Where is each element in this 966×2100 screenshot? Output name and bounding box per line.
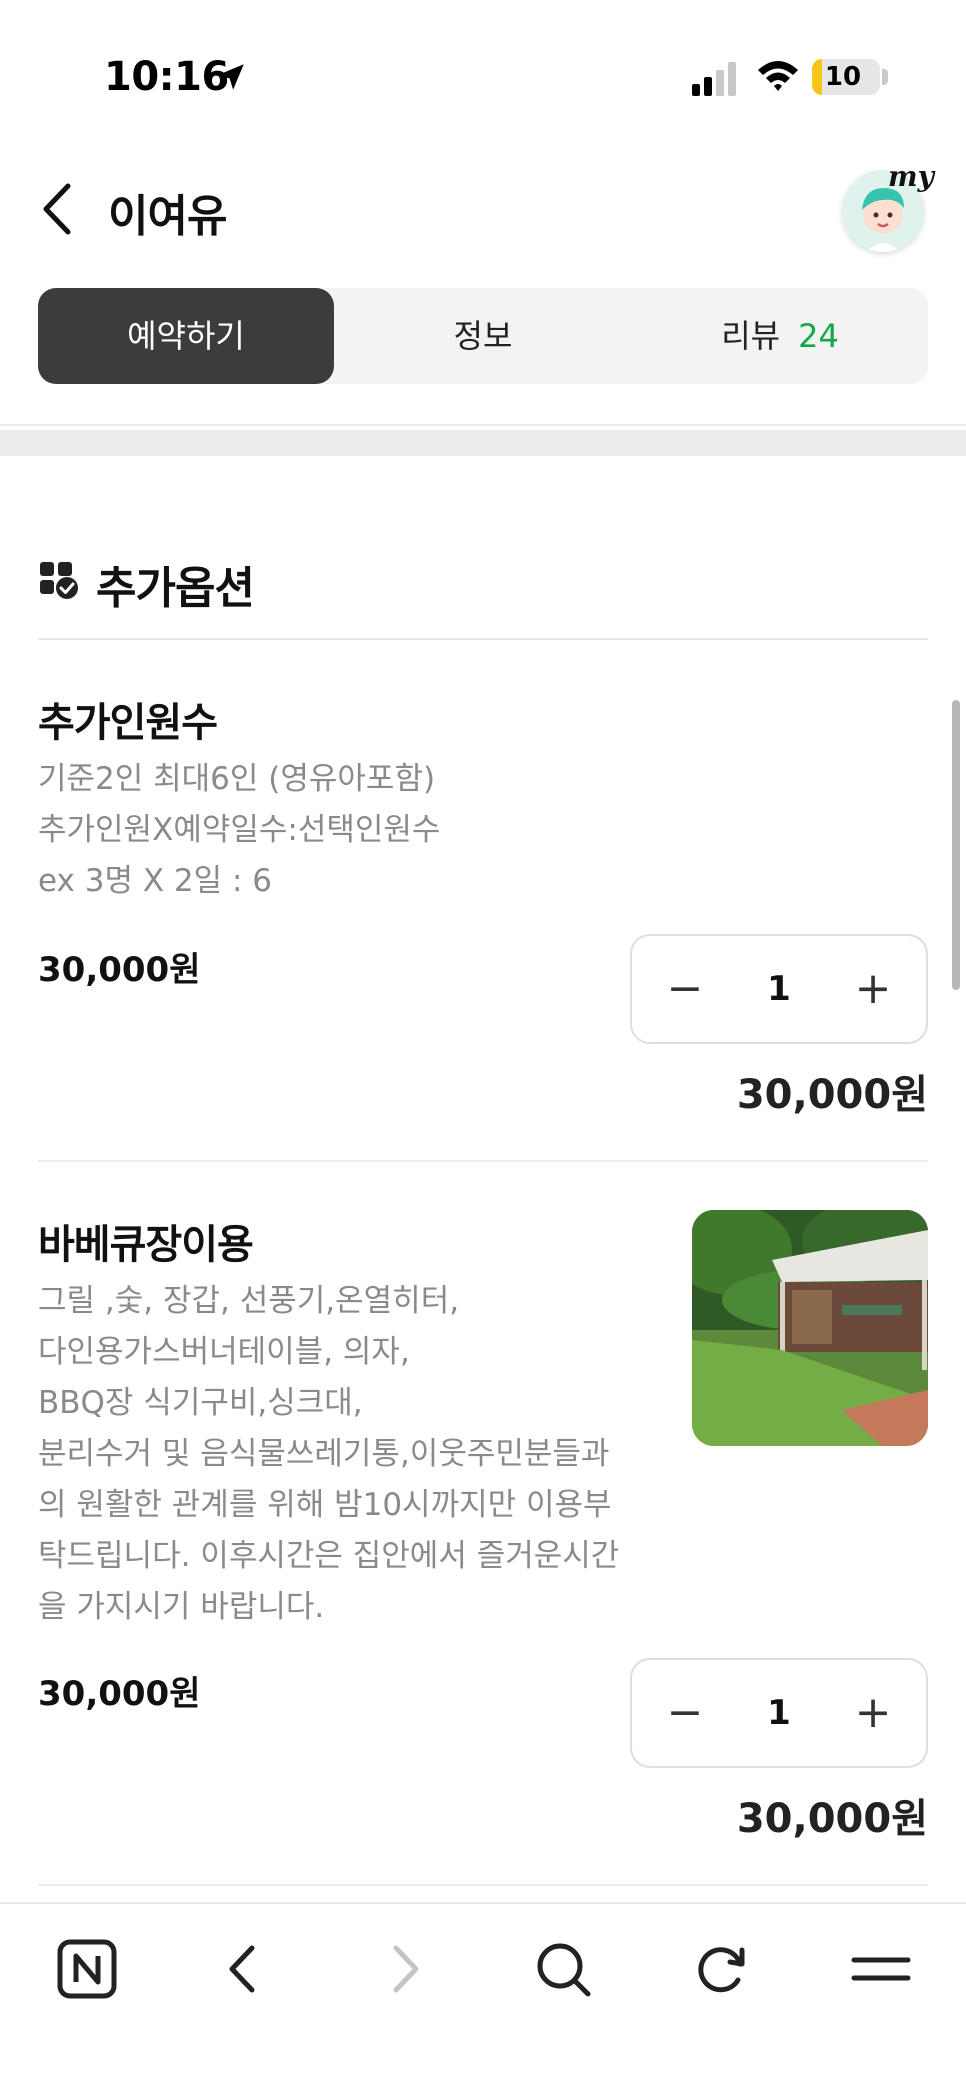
battery-tip xyxy=(882,69,888,85)
option-desc-line: 의 원활한 관계를 위해 밤10시까지만 이용부 xyxy=(38,1487,612,1523)
header-divider xyxy=(0,424,966,426)
status-time: 10:16 xyxy=(104,54,229,100)
increase-button[interactable]: + xyxy=(828,1660,918,1766)
menu-icon[interactable] xyxy=(846,1934,916,2004)
page-title: 이여유 xyxy=(108,191,227,242)
decrease-button[interactable]: − xyxy=(640,1660,730,1766)
option-price: 30,000원 xyxy=(38,1674,201,1714)
option-desc-line: 을 가지시기 바랍니다. xyxy=(38,1589,325,1625)
status-bar: 10:16 10 xyxy=(0,0,966,150)
back-icon[interactable] xyxy=(38,182,78,236)
quantity-stepper: − 1 + xyxy=(630,934,928,1044)
tab-reserve[interactable]: 예약하기 xyxy=(38,288,334,384)
quantity-value: 1 xyxy=(767,969,791,1009)
option-desc-line: 그릴 ,숯, 장갑, 선풍기,온열히터, xyxy=(38,1283,460,1319)
tab-info[interactable]: 정보 xyxy=(334,288,632,384)
option-total: 30,000원 xyxy=(736,1796,928,1842)
option-price: 30,000원 xyxy=(38,950,201,990)
option-total: 30,000원 xyxy=(736,1072,928,1118)
location-arrow-icon xyxy=(218,64,244,90)
scrollbar[interactable] xyxy=(952,700,960,990)
nav-forward-icon[interactable] xyxy=(368,1934,438,2004)
option-desc-line: 다인용가스버너테이블, 의자, xyxy=(38,1334,410,1370)
battery-percent: 10 xyxy=(824,62,862,92)
review-count: 24 xyxy=(798,317,839,355)
battery-icon: 10 xyxy=(812,59,880,95)
tab-bar: 예약하기 정보 리뷰 24 xyxy=(38,288,928,384)
section-title: 추가옵션 xyxy=(96,563,255,614)
browser-bottom-bar xyxy=(0,1902,966,2100)
bbq-photo[interactable] xyxy=(692,1210,928,1446)
option-description: 기준2인 최대6인 (영유아포함) 추가인원X예약일수:선택인원수 ex 3명 … xyxy=(38,754,440,907)
option-description: 그릴 ,숯, 장갑, 선풍기,온열히터, 다인용가스버너테이블, 의자, BBQ… xyxy=(38,1276,619,1633)
option-desc-line: BBQ장 식기구비,싱크대, xyxy=(38,1385,363,1421)
option-desc-line: 분리수거 및 음식물쓰레기통,이웃주민분들과 xyxy=(38,1436,610,1472)
tab-review-label: 리뷰 xyxy=(721,317,781,355)
section-separator xyxy=(0,430,966,456)
reload-icon[interactable] xyxy=(686,1934,756,2004)
item-divider xyxy=(38,1160,928,1162)
nav-back-icon[interactable] xyxy=(210,1934,280,2004)
increase-button[interactable]: + xyxy=(828,936,918,1042)
search-icon[interactable] xyxy=(528,1934,598,2004)
quantity-stepper: − 1 + xyxy=(630,1658,928,1768)
my-label[interactable]: my xyxy=(888,160,934,193)
option-name: 바베큐장이용 xyxy=(38,1222,254,1268)
option-desc-line: 기준2인 최대6인 (영유아포함) xyxy=(38,761,436,797)
option-desc-line: 탁드립니다. 이후시간은 집안에서 즐거운시간 xyxy=(38,1538,620,1574)
wifi-icon xyxy=(758,61,798,91)
section-divider xyxy=(38,638,928,640)
options-check-icon xyxy=(40,562,78,599)
naver-icon[interactable] xyxy=(52,1934,122,2004)
signal-icon xyxy=(692,62,736,96)
quantity-value: 1 xyxy=(767,1693,791,1733)
bbq-area-image xyxy=(692,1210,928,1446)
decrease-button[interactable]: − xyxy=(640,936,730,1042)
option-desc-line: 추가인원X예약일수:선택인원수 xyxy=(38,812,441,848)
option-name: 추가인원수 xyxy=(38,700,218,746)
tab-review[interactable]: 리뷰 24 xyxy=(632,288,928,384)
option-desc-line: ex 3명 X 2일 : 6 xyxy=(38,863,273,899)
item-divider xyxy=(38,1884,928,1886)
